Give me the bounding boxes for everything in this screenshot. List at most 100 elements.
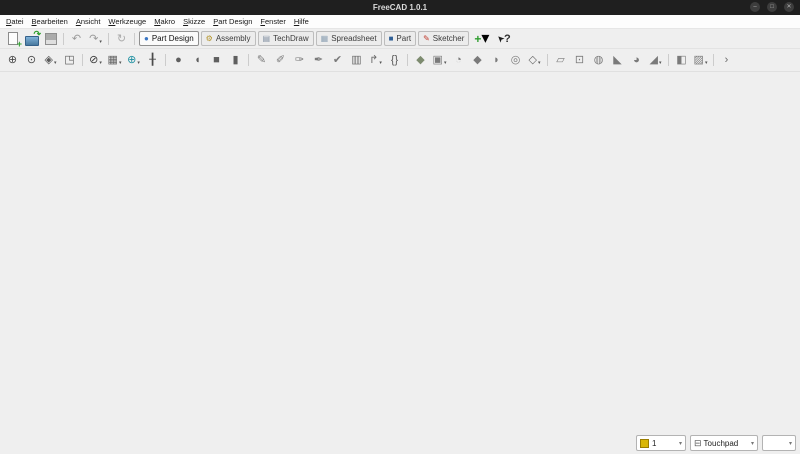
minimize-button[interactable]: – <box>750 2 760 12</box>
additive-wedge-icon[interactable]: ◖ ▾ <box>188 51 207 69</box>
redo-button[interactable]: ↷ ▾ <box>86 30 105 48</box>
expression-icon[interactable]: {} ▾ <box>385 51 404 69</box>
subtractive-pipe-icon[interactable]: ◕ ▾ <box>627 51 646 69</box>
map-sketch-icon[interactable]: ✑ ▾ <box>290 51 309 69</box>
bounding-box-icon[interactable]: ▦ ▾ <box>105 51 124 69</box>
chevron-down-icon: ▾ <box>784 440 792 447</box>
separator <box>134 33 135 45</box>
close-button[interactable]: ✕ <box>784 2 794 12</box>
dropdown-arrow-icon: ▾ <box>137 60 140 69</box>
open-file-button[interactable]: ↷ ▾ <box>22 30 41 48</box>
create-body-icon[interactable]: ▥ ▾ <box>347 51 366 69</box>
dropdown-arrow-icon: ▾ <box>119 60 122 69</box>
menu-fenster[interactable]: Fenster <box>256 15 289 28</box>
save-button[interactable]: ▾ <box>41 30 60 48</box>
navigation-style-value: Touchpad <box>704 439 739 448</box>
workbench-icon: ⚙ <box>206 35 213 43</box>
window-controls: –□ ✕ <box>750 2 794 12</box>
subtractive-helix-icon[interactable]: ◢ ▾ <box>646 51 665 69</box>
workbench-techdraw-button[interactable]: ▤ TechDraw <box>258 31 314 46</box>
revolve-icon[interactable]: ◔ ▾ <box>449 51 468 69</box>
separator <box>547 54 548 66</box>
window-title: FreeCAD 1.0.1 <box>373 3 427 12</box>
plus-icon: + <box>474 32 481 46</box>
fillet-icon[interactable]: ◧ ▾ <box>672 51 691 69</box>
edit-sketch-icon[interactable]: ✐ ▾ <box>271 51 290 69</box>
pattern-icon[interactable]: ▨ ▾ <box>691 51 710 69</box>
dropdown-arrow-icon: ▾ <box>705 60 708 69</box>
workbench-part-design-button[interactable]: ● Part Design <box>139 31 199 46</box>
whats-this-button[interactable]: ➤ ? <box>497 33 510 45</box>
separator <box>165 54 166 66</box>
menu-bar: DateiBearbeitenAnsichtWerkzeugeMakroSkiz… <box>0 15 800 29</box>
navigation-style-combo[interactable]: ⊟ Touchpad ▾ <box>690 435 758 451</box>
menu-makro[interactable]: Makro <box>150 15 179 28</box>
hole-icon[interactable]: ⊡ ▾ <box>570 51 589 69</box>
create-sketch-icon[interactable]: ✎ ▾ <box>252 51 271 69</box>
chevron-down-icon: ▾ <box>746 440 754 447</box>
datum-icon[interactable]: ◆ ▾ <box>411 51 430 69</box>
groove-icon[interactable]: ◍ ▾ <box>589 51 608 69</box>
empty-combo[interactable]: ▾ <box>762 435 796 451</box>
axonometric-view-icon[interactable]: ◈ ▾ <box>41 51 60 69</box>
workbench-label: Part <box>396 34 411 43</box>
workbench-sketcher-button[interactable]: ✎ Sketcher <box>418 31 469 46</box>
new-file-button[interactable]: + ▾ <box>3 30 22 48</box>
validate-sketch-icon[interactable]: ✔ ▾ <box>328 51 347 69</box>
draw-style-icon[interactable]: ⊘ ▾ <box>86 51 105 69</box>
menu-part-design[interactable]: Part Design <box>209 15 256 28</box>
icon-base <box>45 33 57 45</box>
pocket-icon[interactable]: ▱ ▾ <box>551 51 570 69</box>
fullscreen-icon[interactable]: ◳ ▾ <box>60 51 79 69</box>
separator <box>407 54 408 66</box>
additive-sphere-icon[interactable]: ● ▾ <box>169 51 188 69</box>
dropdown-arrow-icon: ▾ <box>99 60 102 69</box>
additive-cylinder-icon[interactable]: ▮ ▾ <box>226 51 245 69</box>
separator <box>82 54 83 66</box>
dropdown-arrow-icon: ▾ <box>481 28 489 49</box>
separator <box>668 54 669 66</box>
pipe-icon[interactable]: ◗ ▾ <box>487 51 506 69</box>
menu-datei[interactable]: Datei <box>2 15 28 28</box>
helix-icon[interactable]: ◎ ▾ <box>506 51 525 69</box>
reorient-sketch-icon[interactable]: ✒ ▾ <box>309 51 328 69</box>
menu-ansicht[interactable]: Ansicht <box>72 15 105 28</box>
chevron-down-icon: ▾ <box>674 440 682 447</box>
add-workbench-button[interactable]: + ▾ <box>474 28 489 49</box>
fit-all-icon[interactable]: ⊕ ▾ <box>3 51 22 69</box>
workbench-label: Spreadsheet <box>331 34 376 43</box>
workbench-part-button[interactable]: ■ Part <box>384 31 417 46</box>
measure-icon[interactable]: ╂ ▾ <box>143 51 162 69</box>
fit-selection-icon[interactable]: ⊙ ▾ <box>22 51 41 69</box>
workbench-icon: ▦ <box>321 35 329 43</box>
dropdown-arrow-icon: ▾ <box>54 60 57 69</box>
menu-bearbeiten[interactable]: Bearbeiten <box>28 15 72 28</box>
active-view-combo[interactable]: 1 ▾ <box>636 435 686 451</box>
datum-plane-icon[interactable]: ◇ ▾ <box>525 51 544 69</box>
workbench-spreadsheet-button[interactable]: ▦ Spreadsheet <box>316 31 382 46</box>
touchpad-icon: ⊟ <box>694 439 702 448</box>
workbench-icon: ■ <box>389 35 394 43</box>
undo-button[interactable]: ↶ ▾ <box>67 30 86 48</box>
active-view-value: 1 <box>652 439 656 448</box>
separator <box>248 54 249 66</box>
separator <box>108 33 109 45</box>
color-swatch-icon <box>640 439 649 448</box>
title-bar: FreeCAD 1.0.1 –□ ✕ <box>0 0 800 15</box>
workbench-icon: ▤ <box>263 35 271 43</box>
pad-icon[interactable]: ▣ ▾ <box>430 51 449 69</box>
workbench-label: Sketcher <box>433 34 465 43</box>
workbench-assembly-button[interactable]: ⚙ Assembly <box>201 31 256 46</box>
zoom-tools-icon[interactable]: ⊕ ▾ <box>124 51 143 69</box>
maximize-button[interactable]: □ <box>767 2 777 12</box>
menu-skizze[interactable]: Skizze <box>179 15 209 28</box>
toolbar-overflow-icon[interactable]: › ▾ <box>717 51 736 69</box>
dropdown-arrow-icon: ▾ <box>444 60 447 69</box>
subtractive-loft-icon[interactable]: ◣ ▾ <box>608 51 627 69</box>
menu-werkzeuge[interactable]: Werkzeuge <box>104 15 150 28</box>
additive-box-icon[interactable]: ■ ▾ <box>207 51 226 69</box>
migrate-icon[interactable]: ↱ ▾ <box>366 51 385 69</box>
loft-icon[interactable]: ◆ ▾ <box>468 51 487 69</box>
refresh-button[interactable]: ↻ ▾ <box>112 30 131 48</box>
menu-hilfe[interactable]: Hilfe <box>290 15 313 28</box>
